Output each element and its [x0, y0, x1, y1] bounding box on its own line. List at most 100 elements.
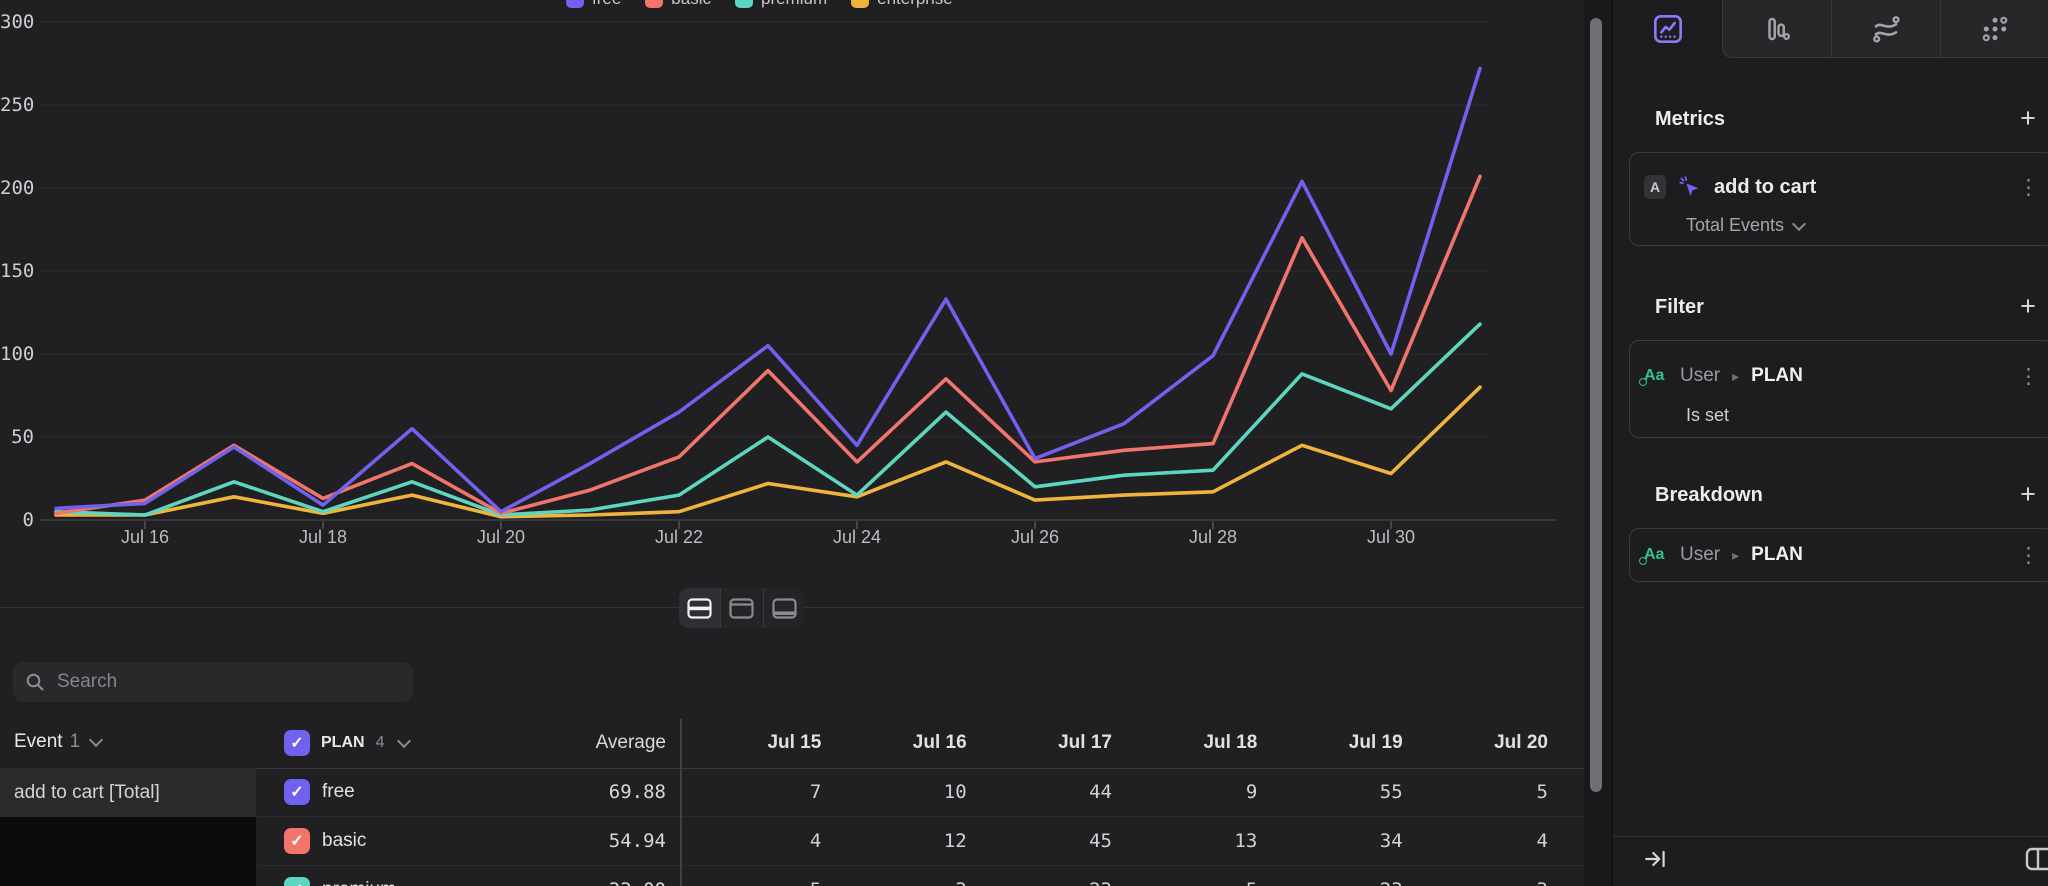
- flows-icon: [1870, 13, 1902, 45]
- row-values: 4124513344: [684, 830, 1556, 852]
- plan-header-checkbox[interactable]: ✓: [284, 730, 310, 756]
- x-tick-label: Jul 24: [812, 526, 902, 548]
- view-chart-only-button[interactable]: [720, 588, 762, 628]
- collapse-sidebar-button[interactable]: [1643, 846, 1669, 877]
- cell-value: 34: [1265, 830, 1410, 852]
- x-tick-label: Jul 16: [100, 526, 190, 548]
- row-checkbox[interactable]: ✓: [284, 779, 310, 805]
- config-sidebar: Metrics + A add to cart ⋮ Total Events F…: [1612, 0, 2048, 886]
- cell-value: 9: [1120, 781, 1265, 803]
- y-tick-label: 0: [0, 509, 34, 531]
- tab-more-charts[interactable]: [1940, 0, 2048, 57]
- date-column-header: Jul 19: [1265, 732, 1410, 754]
- x-tick-label: Jul 30: [1346, 526, 1436, 548]
- row-values: 710449555: [684, 781, 1556, 803]
- bar-chart-icon: [1762, 14, 1792, 44]
- tab-line-chart[interactable]: [1613, 0, 1722, 58]
- table-only-icon: [772, 598, 797, 619]
- cell-value: 13: [1120, 830, 1265, 852]
- tab-bar-chart[interactable]: [1723, 0, 1831, 57]
- add-metric-button[interactable]: +: [2010, 103, 2046, 133]
- average-value: 69.88: [500, 781, 666, 803]
- filter-card[interactable]: Aa User ▸ PLAN ⋮ Is set: [1629, 340, 2048, 438]
- chart-only-icon: [729, 598, 754, 619]
- cell-value: 5: [1411, 781, 1556, 803]
- cell-value: 23: [1265, 879, 1410, 886]
- caret-right-icon: ▸: [1732, 547, 1739, 564]
- event-column-header[interactable]: Event 1: [14, 731, 101, 753]
- panel-layout-button[interactable]: [2025, 845, 2048, 878]
- vertical-scrollbar[interactable]: [1590, 18, 1602, 792]
- date-column-header: Jul 17: [975, 732, 1120, 754]
- y-tick-label: 300: [0, 11, 34, 33]
- table-header: Event 1 ✓ PLAN 4 Average Jul 15Jul 16Jul…: [0, 719, 1588, 769]
- text-property-icon: Aa: [1644, 367, 1668, 385]
- view-table-only-button[interactable]: [763, 588, 805, 628]
- y-tick-label: 150: [0, 260, 34, 282]
- x-tick-label: Jul 20: [456, 526, 546, 548]
- search-icon: [25, 672, 45, 692]
- plan-name: basic: [322, 830, 366, 852]
- plan-header-label: PLAN: [321, 734, 365, 752]
- sidebar-footer: [1613, 836, 2048, 886]
- average-column-header: Average: [500, 732, 666, 754]
- split-view-icon: [687, 598, 712, 619]
- tab-flows[interactable]: [1831, 0, 1940, 57]
- search-input[interactable]: [55, 670, 401, 694]
- cell-value: 3: [829, 879, 974, 886]
- side-panel-icon: [2025, 845, 2048, 873]
- average-column-divider: [680, 719, 682, 886]
- cell-value: 10: [829, 781, 974, 803]
- cell-value: 55: [1265, 781, 1410, 803]
- row-values: 53235233: [684, 879, 1556, 886]
- row-checkbox[interactable]: ✓: [284, 877, 310, 886]
- search-box: [13, 662, 413, 702]
- line-chart: [0, 0, 1588, 560]
- row-checkbox[interactable]: ✓: [284, 828, 310, 854]
- metric-series-badge: A: [1644, 175, 1666, 199]
- plan-column-header[interactable]: ✓ PLAN 4: [284, 730, 409, 756]
- measurement-dropdown[interactable]: Total Events: [1630, 215, 2048, 236]
- cell-value: 4: [1411, 830, 1556, 852]
- filter-operator-label: Is set: [1686, 405, 1729, 426]
- event-click-icon: [1678, 175, 1702, 199]
- breakdown-menu-button[interactable]: ⋮: [2018, 545, 2039, 566]
- view-split-button[interactable]: [679, 588, 720, 628]
- y-tick-label: 50: [0, 426, 34, 448]
- event-header-label: Event: [14, 731, 63, 753]
- average-value: 33.00: [500, 879, 666, 886]
- filter-property: PLAN: [1751, 365, 1803, 387]
- plan-name: free: [322, 781, 355, 803]
- metrics-heading: Metrics: [1655, 108, 1725, 131]
- cell-value: 5: [684, 879, 829, 886]
- add-filter-button[interactable]: +: [2010, 291, 2046, 321]
- measurement-label: Total Events: [1686, 215, 1784, 236]
- analytics-app: freebasicpremiumenterprise 0501001502002…: [0, 0, 2048, 886]
- dots-grid-icon: [1980, 14, 2010, 44]
- sidebar-tabs: [1722, 0, 2048, 58]
- date-column-headers: Jul 15Jul 16Jul 17Jul 18Jul 19Jul 20: [684, 732, 1556, 754]
- filter-scope: User: [1680, 365, 1720, 387]
- filter-heading: Filter: [1655, 296, 1704, 319]
- collapse-right-icon: [1643, 846, 1669, 872]
- caret-right-icon: ▸: [1732, 368, 1739, 385]
- add-breakdown-button[interactable]: +: [2010, 479, 2046, 509]
- filter-operator-dropdown[interactable]: Is set: [1630, 405, 2048, 426]
- date-column-header: Jul 15: [684, 732, 829, 754]
- text-property-icon: Aa: [1644, 546, 1668, 564]
- sidebar-tabstrip: [1613, 0, 2048, 58]
- breakdown-card[interactable]: Aa User ▸ PLAN ⋮: [1629, 528, 2048, 582]
- chevron-down-icon: [397, 734, 411, 748]
- chevron-down-icon: [1792, 216, 1806, 230]
- cell-value: 7: [684, 781, 829, 803]
- breakdown-heading: Breakdown: [1655, 484, 1763, 507]
- filter-menu-button[interactable]: ⋮: [2018, 366, 2039, 387]
- cell-value: 4: [684, 830, 829, 852]
- cell-value: 3: [1411, 879, 1556, 886]
- metric-menu-button[interactable]: ⋮: [2018, 177, 2039, 198]
- date-column-header: Jul 16: [829, 732, 974, 754]
- metric-card[interactable]: A add to cart ⋮ Total Events: [1629, 152, 2048, 246]
- cell-value: 45: [975, 830, 1120, 852]
- y-tick-label: 100: [0, 343, 34, 365]
- cell-value: 44: [975, 781, 1120, 803]
